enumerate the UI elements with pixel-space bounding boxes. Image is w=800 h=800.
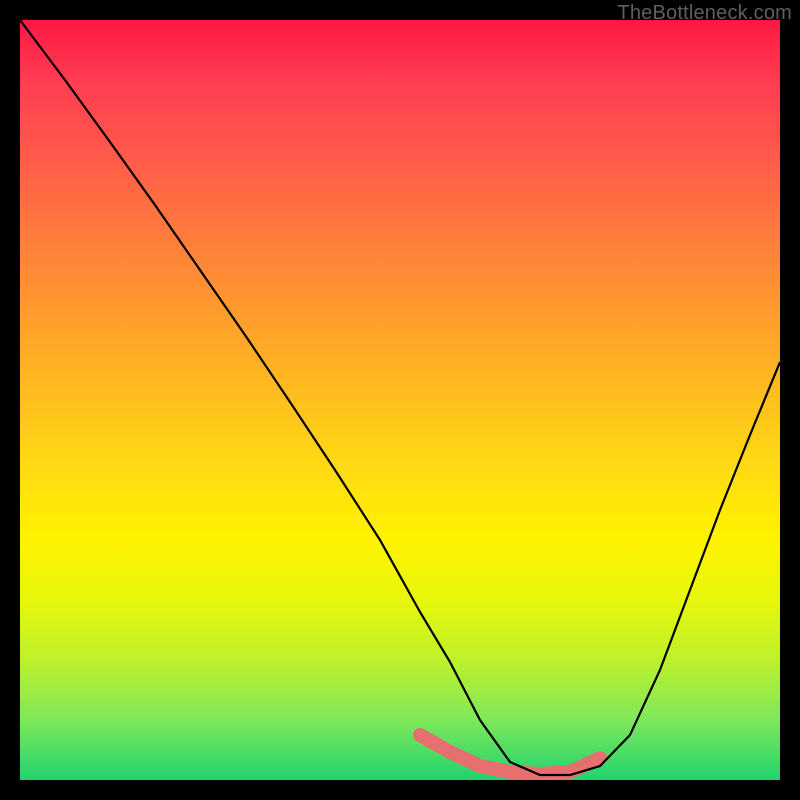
- highlight-segment: [420, 735, 600, 774]
- plot-area: [20, 20, 780, 780]
- watermark-text: TheBottleneck.com: [617, 2, 792, 25]
- bottleneck-curve: [20, 20, 780, 775]
- chart-svg: [20, 20, 780, 780]
- chart-frame: TheBottleneck.com: [0, 0, 800, 800]
